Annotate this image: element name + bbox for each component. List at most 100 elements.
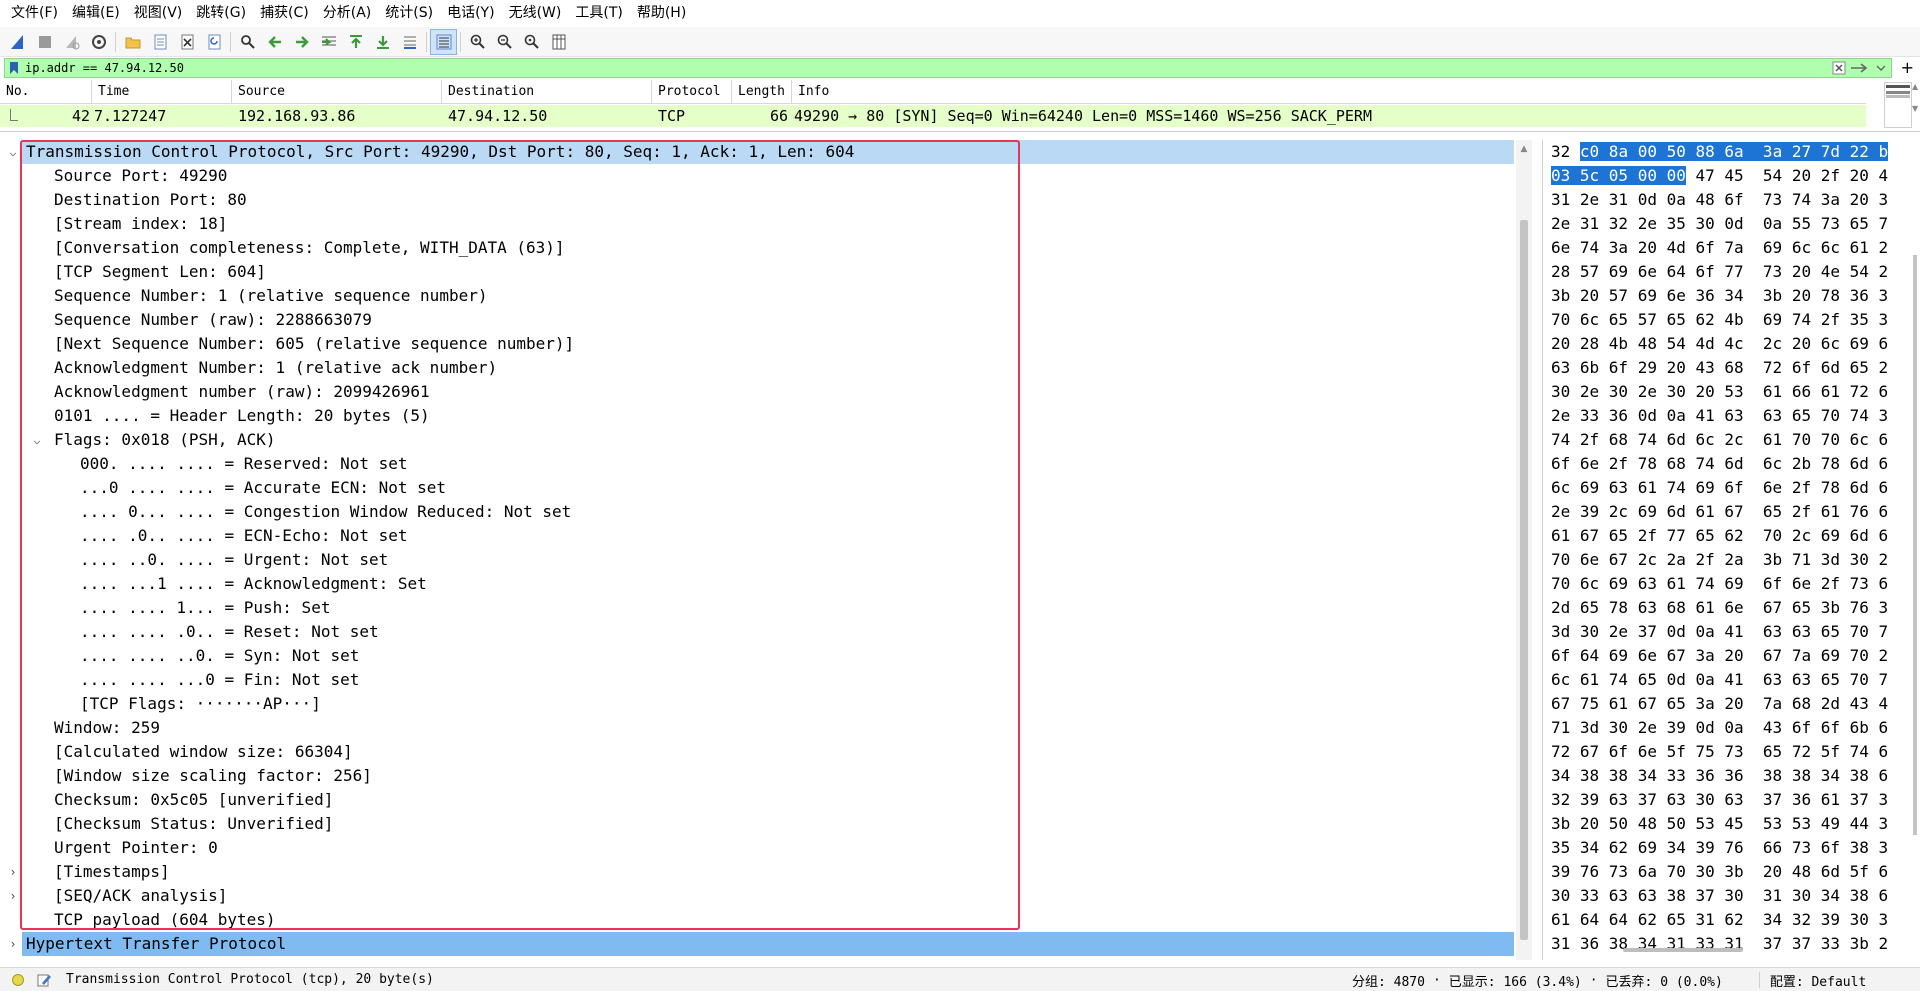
menu-item[interactable]: 工具(T) [568,0,629,27]
hex-line[interactable]: 70 76 74 5f 66 30 33 63 63 38 37 3 [1551,956,1888,960]
hex-line[interactable]: 70 6c 65 57 65 62 4b 69 74 2f 35 3 [1551,308,1888,332]
packet-row[interactable]: 42 7.127247 192.168.93.86 47.94.12.50 TC… [0,105,1866,127]
tree-item[interactable]: [Stream index: 18] [0,212,1500,236]
column-header-protocol[interactable]: Protocol [652,80,732,103]
column-header-destination[interactable]: Destination [442,80,652,103]
hex-line[interactable]: 6f 6e 2f 78 68 74 6d 6c 2b 78 6d 6 [1551,452,1888,476]
menu-item[interactable]: 视图(V) [127,0,190,27]
find-packet-icon[interactable] [234,29,261,55]
go-forward-icon[interactable] [288,29,315,55]
display-filter-field[interactable] [4,58,1892,78]
tree-item[interactable]: .... 0... .... = Congestion Window Reduc… [0,500,1500,524]
hex-line[interactable]: 3b 20 57 69 6e 36 34 3b 20 78 36 3 [1551,284,1888,308]
close-file-icon[interactable] [173,29,200,55]
hex-line[interactable]: 71 3d 30 2e 39 0d 0a 43 6f 6f 6b 6 [1551,716,1888,740]
tree-item[interactable]: .... ...1 .... = Acknowledgment: Set [0,572,1500,596]
tree-item[interactable]: Urgent Pointer: 0 [0,836,1500,860]
tree-item[interactable]: ...0 .... .... = Accurate ECN: Not set [0,476,1500,500]
chevron-right-icon[interactable]: › [6,860,20,884]
apply-filter-icon[interactable] [1849,60,1871,76]
column-header-time[interactable]: Time [92,80,232,103]
tree-item[interactable]: .... .... ...0 = Fin: Not set [0,668,1500,692]
tree-item[interactable]: Window: 259 [0,716,1500,740]
hex-line[interactable]: 20 28 4b 48 54 4d 4c 2c 20 6c 69 6 [1551,332,1888,356]
hex-line[interactable]: 61 64 64 62 65 31 62 34 32 39 30 3 [1551,908,1888,932]
filter-history-dropdown-icon[interactable] [1873,60,1889,76]
hex-line[interactable]: 03 5c 05 00 00 47 45 54 20 2f 20 4 [1551,164,1888,188]
hex-line[interactable]: 6c 69 63 61 74 69 6f 6e 2f 78 6d 6 [1551,476,1888,500]
hex-line[interactable]: 6e 74 3a 20 4d 6f 7a 69 6c 6c 61 2 [1551,236,1888,260]
tree-item[interactable]: Acknowledgment number (raw): 2099426961 [0,380,1500,404]
hex-line[interactable]: 31 36 38 34 31 33 31 37 37 33 3b 2 [1551,932,1888,956]
details-vertical-scrollbar[interactable]: ▲ [1516,140,1532,960]
packet-list-minimap[interactable] [1884,82,1912,128]
tree-item[interactable]: [Calculated window size: 66304] [0,740,1500,764]
go-last-icon[interactable] [369,29,396,55]
hex-line[interactable]: 2e 31 32 2e 35 30 0d 0a 55 73 65 7 [1551,212,1888,236]
menu-item[interactable]: 编辑(E) [65,0,127,27]
save-file-icon[interactable] [146,29,173,55]
tree-item[interactable]: [Window size scaling factor: 256] [0,764,1500,788]
hex-line[interactable]: 39 76 73 6a 70 30 3b 20 48 6d 5f 6 [1551,860,1888,884]
stop-capture-icon[interactable] [31,29,58,55]
scroll-down-icon[interactable]: ▼ [1912,104,1918,113]
scrollbar-thumb[interactable] [1913,255,1917,835]
expert-info-led-icon[interactable] [12,973,24,986]
filter-bookmark-icon[interactable] [7,60,21,76]
tree-item[interactable]: ⌵ Transmission Control Protocol, Src Port… [9,140,1514,164]
auto-scroll-icon[interactable] [396,29,423,55]
colorize-icon[interactable] [430,28,457,55]
hex-line[interactable]: 63 6b 6f 29 20 43 68 72 6f 6d 65 2 [1551,356,1888,380]
hex-line[interactable]: 2d 65 78 63 68 61 6e 67 65 3b 76 3 [1551,596,1888,620]
chevron-right-icon[interactable]: › [6,932,20,956]
tree-item[interactable]: › [Timestamps] [0,860,1500,884]
hex-line[interactable]: 6f 64 69 6e 67 3a 20 67 7a 69 70 2 [1551,644,1888,668]
hex-line[interactable]: 74 2f 68 74 6d 6c 2c 61 70 70 6c 6 [1551,428,1888,452]
scroll-up-icon[interactable]: ▲ [1912,82,1918,91]
tree-item[interactable]: 000. .... .... = Reserved: Not set [0,452,1500,476]
scrollbar-thumb[interactable] [1520,220,1528,940]
hex-line[interactable]: 32 39 63 37 63 30 63 37 36 61 37 3 [1551,788,1888,812]
hex-line[interactable]: 35 34 62 69 34 39 76 66 73 6f 38 3 [1551,836,1888,860]
scroll-up-icon[interactable]: ▲ [1519,144,1529,154]
edit-comment-icon[interactable] [36,972,52,988]
menu-item[interactable]: 帮助(H) [630,0,693,27]
packet-list-scroll-arrows[interactable]: ▲ ▼ [1912,80,1920,132]
hex-line[interactable]: 67 75 61 67 65 3a 20 7a 68 2d 43 4 [1551,692,1888,716]
go-back-icon[interactable] [261,29,288,55]
tree-item[interactable]: .... .0.. .... = ECN-Echo: Not set [0,524,1500,548]
tree-item[interactable]: .... .... 1... = Push: Set [0,596,1500,620]
tree-item[interactable]: Sequence Number: 1 (relative sequence nu… [0,284,1500,308]
hex-line[interactable]: 70 6e 67 2c 2a 2f 2a 3b 71 3d 30 2 [1551,548,1888,572]
column-header-length[interactable]: Length [732,80,792,103]
tree-item[interactable]: [TCP Flags: ·······AP···] [0,692,1500,716]
hex-line[interactable]: 28 57 69 6e 64 6f 77 73 20 4e 54 2 [1551,260,1888,284]
hex-line[interactable]: 31 2e 31 0d 0a 48 6f 73 74 3a 20 3 [1551,188,1888,212]
tree-item[interactable]: Destination Port: 80 [0,188,1500,212]
resize-columns-icon[interactable] [545,29,572,55]
tree-item[interactable]: ⌵ Flags: 0x018 (PSH, ACK) [0,428,1500,452]
zoom-in-icon[interactable] [464,29,491,55]
tree-item[interactable]: [Next Sequence Number: 605 (relative seq… [0,332,1500,356]
open-file-icon[interactable] [119,29,146,55]
hex-line[interactable]: 61 67 65 2f 77 65 62 70 2c 69 6d 6 [1551,524,1888,548]
hex-line[interactable]: 70 6c 69 63 61 74 69 6f 6e 2f 73 6 [1551,572,1888,596]
status-profile[interactable]: 配置: Default [1770,971,1866,990]
menu-item[interactable]: 捕获(C) [253,0,316,27]
tree-item[interactable]: [TCP Segment Len: 604] [0,260,1500,284]
zoom-normal-icon[interactable] [518,29,545,55]
tree-item[interactable]: Acknowledgment Number: 1 (relative ack n… [0,356,1500,380]
hex-line[interactable]: 32 c0 8a 00 50 88 6a 3a 27 7d 22 b [1551,140,1889,164]
hex-line[interactable]: 30 33 63 63 38 37 30 31 30 34 38 6 [1551,884,1888,908]
tree-item[interactable]: › Hypertext Transfer Protocol [9,932,1514,956]
reload-file-icon[interactable] [200,29,227,55]
tree-item[interactable]: Checksum: 0x5c05 [unverified] [0,788,1500,812]
menu-item[interactable]: 跳转(G) [189,0,253,27]
shark-fin-start-icon[interactable] [4,29,31,55]
add-filter-button-icon[interactable]: + [1901,59,1914,77]
tree-item[interactable]: Source Port: 49290 [0,164,1500,188]
hex-line[interactable]: 3d 30 2e 37 0d 0a 41 63 63 65 70 7 [1551,620,1888,644]
tree-item[interactable]: [Conversation completeness: Complete, WI… [0,236,1500,260]
bytes-horizontal-scrollbar[interactable] [1623,948,1743,952]
hex-line[interactable]: 34 38 38 34 33 36 36 38 38 34 38 6 [1551,764,1888,788]
